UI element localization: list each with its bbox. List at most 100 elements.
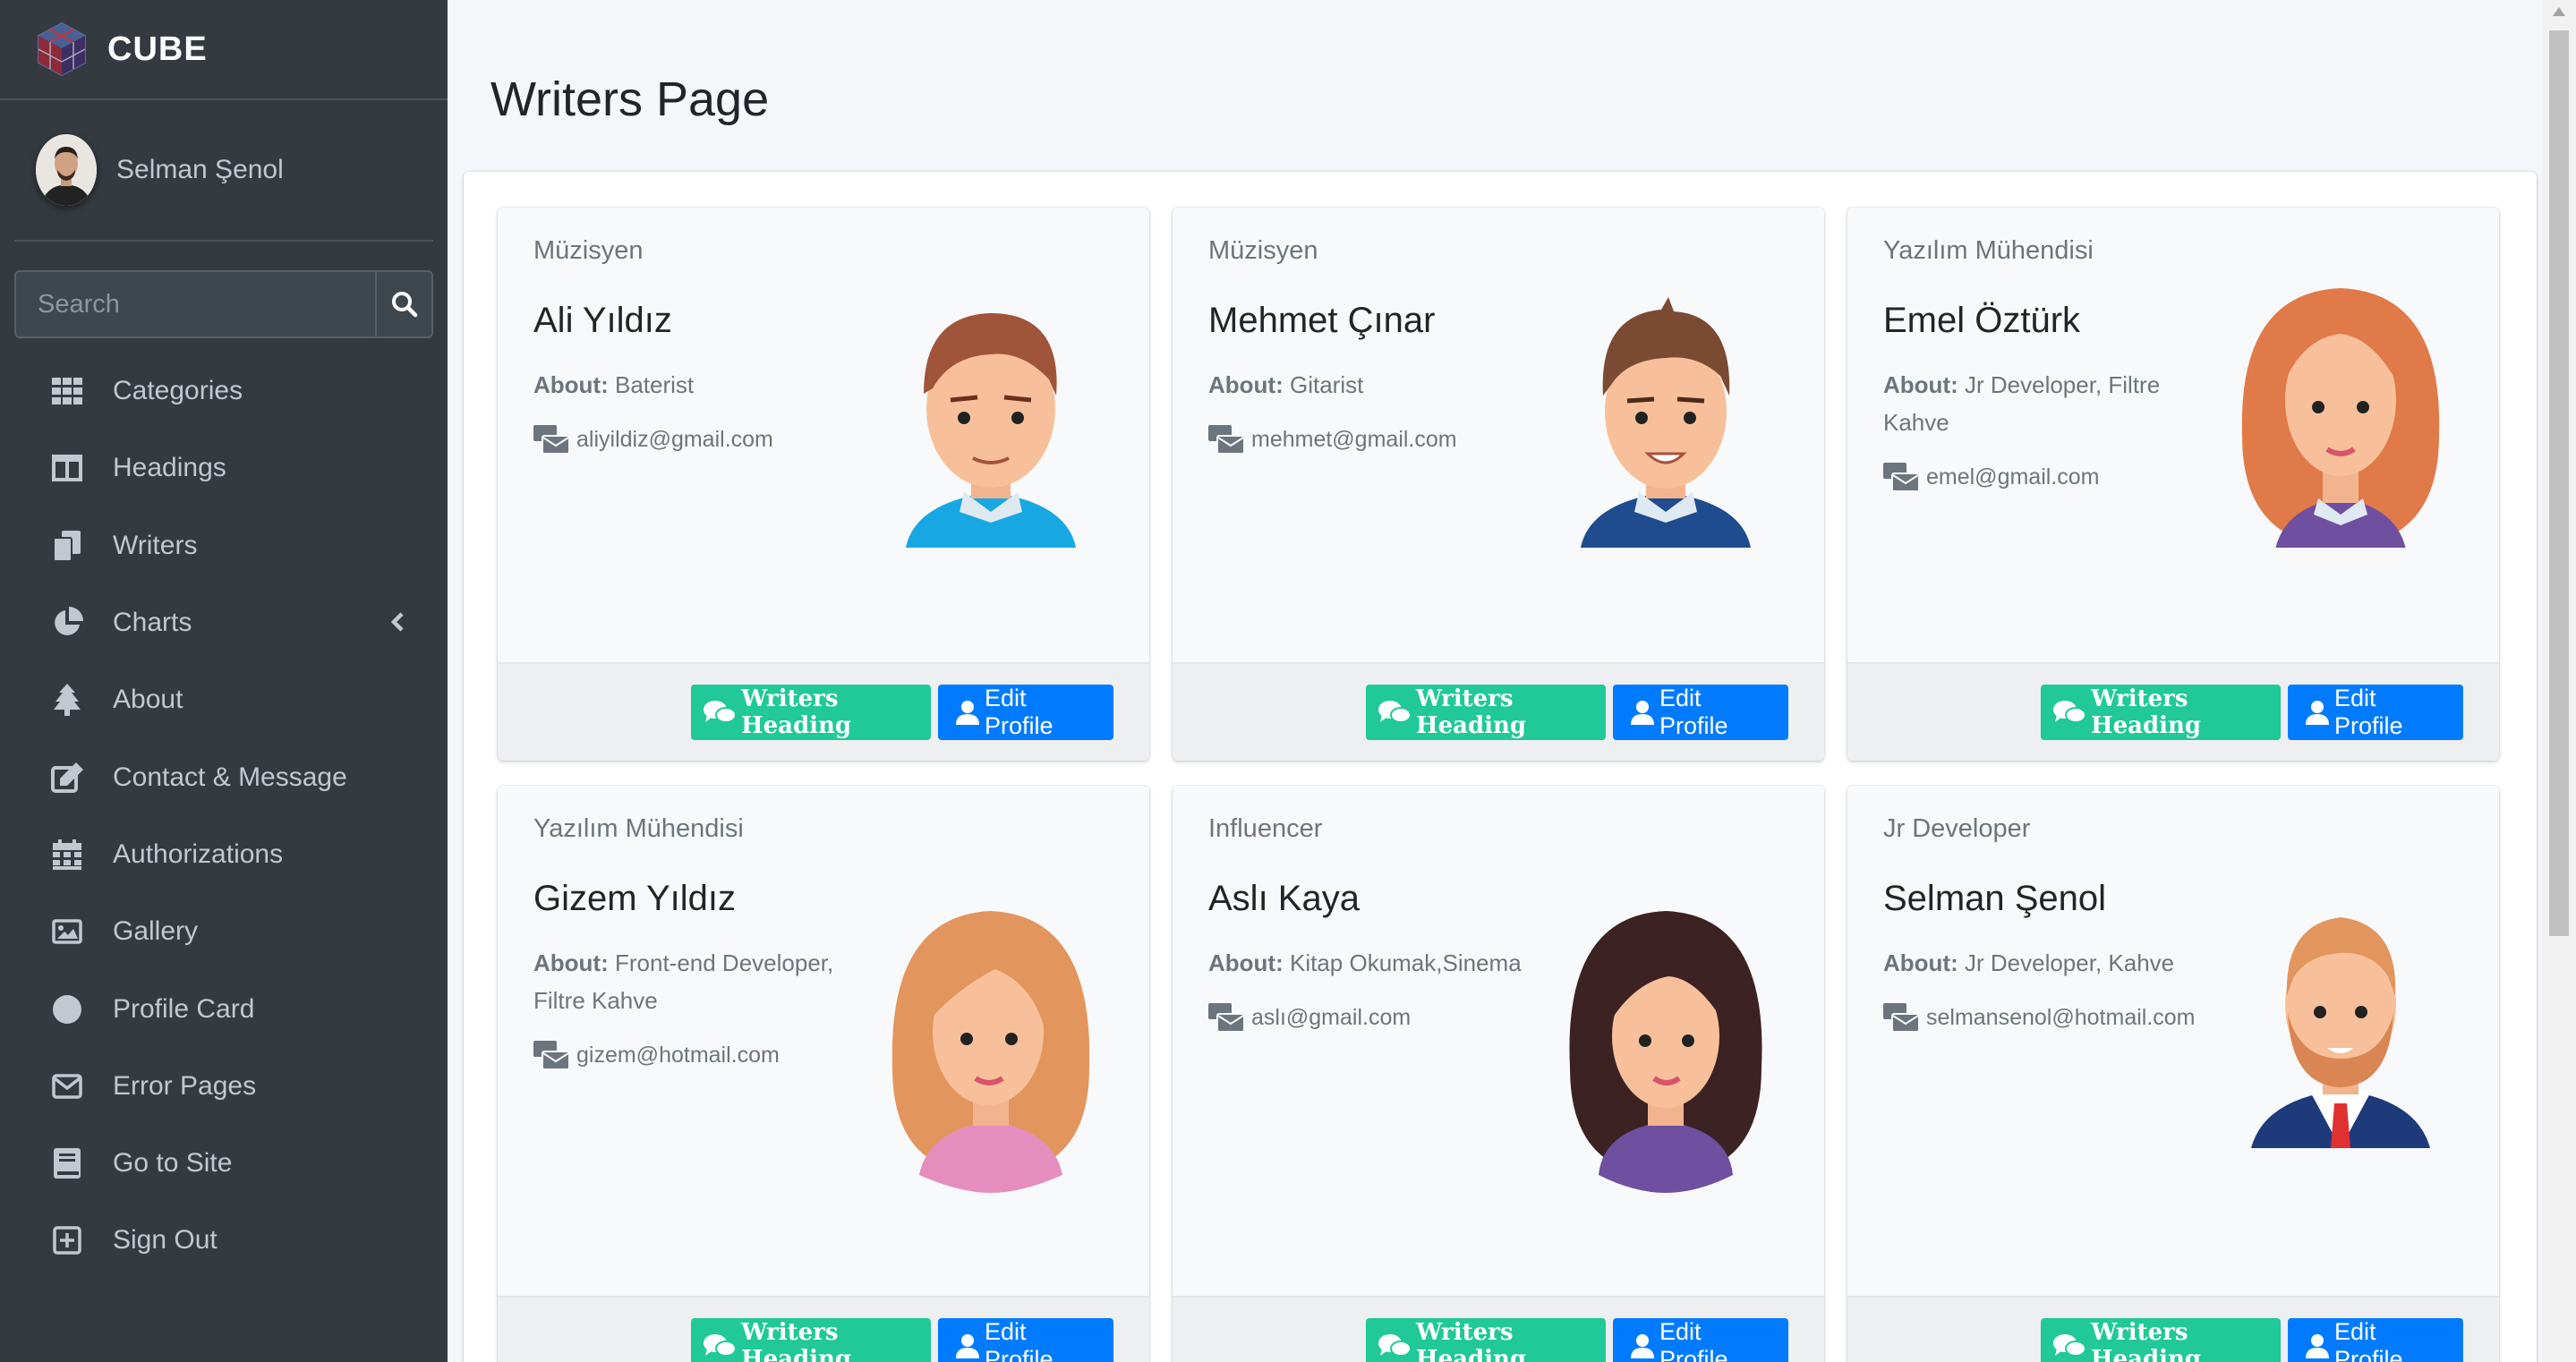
image-icon — [50, 915, 84, 949]
sidebar-item-charts[interactable]: Charts — [0, 584, 448, 661]
mail-bulk-icon — [533, 1041, 569, 1069]
about-label: About: — [533, 949, 609, 976]
vertical-scrollbar[interactable] — [2542, 0, 2576, 1362]
writer-avatar — [1569, 911, 1762, 1193]
edit-profile-label: Edit Profile — [2334, 1318, 2403, 1362]
sidebar-item-profile-card[interactable]: Profile Card — [0, 970, 448, 1047]
sidebar-search — [14, 270, 433, 338]
user-name[interactable]: Selman Şenol — [116, 155, 284, 185]
edit-profile-button[interactable]: Edit Profile — [1613, 685, 1788, 740]
writers-heading-label: Writers Heading — [1416, 1319, 1527, 1362]
search-icon — [391, 292, 417, 318]
user-icon — [956, 701, 979, 725]
writer-card: Jr Developer Selman Şenol About: Jr Deve… — [1847, 786, 2499, 1362]
sidebar-item-label: Categories — [113, 376, 243, 406]
writer-avatar — [2251, 917, 2430, 1148]
edit-profile-button[interactable]: Edit Profile — [2288, 685, 2463, 740]
sidebar-item-sign-out[interactable]: Sign Out — [0, 1202, 448, 1279]
comments-icon — [704, 701, 736, 723]
user-icon — [2306, 701, 2329, 725]
sidebar-item-gallery[interactable]: Gallery — [0, 893, 448, 970]
writers-heading-label: Writers Heading — [741, 1319, 852, 1362]
writer-about: About: Baterist — [533, 366, 865, 404]
writers-heading-button[interactable]: Writers Heading — [2041, 685, 2281, 740]
writer-about: About: Front-end Developer, Filtre Kahve — [533, 944, 865, 1019]
comments-icon — [704, 1334, 736, 1357]
sidebar-item-label: Sign Out — [113, 1225, 218, 1256]
writers-heading-button[interactable]: Writers Heading — [1366, 685, 1606, 740]
brand-name: CUBE — [107, 30, 208, 68]
writer-avatar — [1581, 297, 1751, 548]
scrollbar-thumb[interactable] — [2549, 30, 2569, 936]
mail-bulk-icon — [533, 425, 569, 454]
writer-card: Yazılım Mühendisi Emel Öztürk About: Jr … — [1847, 208, 2499, 761]
writer-role: Yazılım Mühendisi — [533, 814, 744, 843]
user-avatar[interactable] — [36, 134, 97, 206]
comments-icon — [2053, 701, 2086, 723]
book-icon — [50, 1146, 84, 1180]
sidebar-item-authorizations[interactable]: Authorizations — [0, 816, 448, 893]
edit-icon — [50, 761, 84, 795]
writer-about: About: Jr Developer, Filtre Kahve — [1883, 366, 2214, 441]
writer-card: Müzisyen Mehmet Çınar About: Gitarist me… — [1173, 208, 1824, 761]
sidebar-item-go-to-site[interactable]: Go to Site — [0, 1125, 448, 1202]
sidebar-item-label: Profile Card — [113, 993, 255, 1024]
search-button[interactable] — [375, 272, 431, 336]
sidebar-item-categories[interactable]: Categories — [0, 353, 448, 430]
writer-email-text: selmansenol@hotmail.com — [1926, 1004, 2196, 1030]
sidebar-item-label: Authorizations — [113, 838, 284, 869]
writer-card-footer: Writers Heading Edit Profile — [1173, 1296, 1824, 1362]
sidebar-item-label: Contact & Message — [113, 762, 347, 792]
mail-bulk-icon — [1208, 1003, 1244, 1032]
edit-profile-label: Edit Profile — [1659, 685, 1728, 739]
edit-profile-button[interactable]: Edit Profile — [1613, 1318, 1788, 1362]
sidebar-item-label: Go to Site — [113, 1148, 233, 1179]
sidebar-item-writers[interactable]: Writers — [0, 507, 448, 584]
writer-email-text: aliyildiz@gmail.com — [576, 426, 773, 452]
chart-pie-icon — [50, 606, 84, 640]
about-label: About: — [1208, 949, 1284, 976]
mail-bulk-icon — [1883, 463, 1919, 491]
writers-heading-button[interactable]: Writers Heading — [1366, 1318, 1606, 1362]
writer-about: About: Gitarist — [1208, 366, 1540, 404]
writers-heading-button[interactable]: Writers Heading — [691, 1318, 931, 1362]
writer-email-text: mehmet@gmail.com — [1251, 426, 1457, 452]
user-icon — [956, 1334, 979, 1358]
search-input[interactable] — [16, 272, 375, 336]
scroll-up-arrow-icon[interactable] — [2553, 7, 2565, 16]
comments-icon — [1378, 1334, 1411, 1357]
writer-about-text: Kitap Okumak,Sinema — [1289, 949, 1522, 976]
edit-profile-button[interactable]: Edit Profile — [938, 1318, 1113, 1362]
edit-profile-label: Edit Profile — [1659, 1318, 1728, 1362]
writer-about-text: Jr Developer, Kahve — [1964, 949, 2175, 976]
sidebar-item-about[interactable]: About — [0, 661, 448, 738]
edit-profile-label: Edit Profile — [2334, 685, 2403, 739]
writer-role: Müzisyen — [533, 236, 644, 265]
sidebar-item-headings[interactable]: Headings — [0, 430, 448, 506]
th-icon — [50, 374, 84, 408]
plus-square-icon — [50, 1223, 84, 1257]
chevron-left-icon — [390, 612, 404, 632]
calendar-icon — [50, 838, 84, 872]
edit-profile-button[interactable]: Edit Profile — [938, 685, 1113, 740]
writer-email-text: aslı@gmail.com — [1251, 1004, 1412, 1030]
writers-heading-button[interactable]: Writers Heading — [2041, 1318, 2281, 1362]
columns-icon — [50, 451, 84, 485]
user-icon — [1631, 1334, 1654, 1358]
writer-role: Jr Developer — [1883, 814, 2031, 843]
user-icon — [2306, 1334, 2329, 1358]
brand-link[interactable]: CUBE — [0, 0, 448, 100]
sidebar-item-contact[interactable]: Contact & Message — [0, 738, 448, 815]
user-panel: Selman Şenol — [14, 100, 433, 242]
writer-avatar — [891, 911, 1090, 1193]
user-icon — [1631, 701, 1654, 725]
edit-profile-button[interactable]: Edit Profile — [2288, 1318, 2463, 1362]
writer-email-text: emel@gmail.com — [1926, 464, 2100, 489]
writer-card-footer: Writers Heading Edit Profile — [498, 1296, 1149, 1362]
writers-heading-button[interactable]: Writers Heading — [691, 685, 931, 740]
sidebar-item-error-pages[interactable]: Error Pages — [0, 1048, 448, 1125]
writer-card: Influencer Aslı Kaya About: Kitap Okumak… — [1173, 786, 1824, 1362]
comments-icon — [1378, 701, 1411, 723]
about-label: About: — [533, 371, 609, 398]
writers-heading-label: Writers Heading — [2091, 1319, 2202, 1362]
